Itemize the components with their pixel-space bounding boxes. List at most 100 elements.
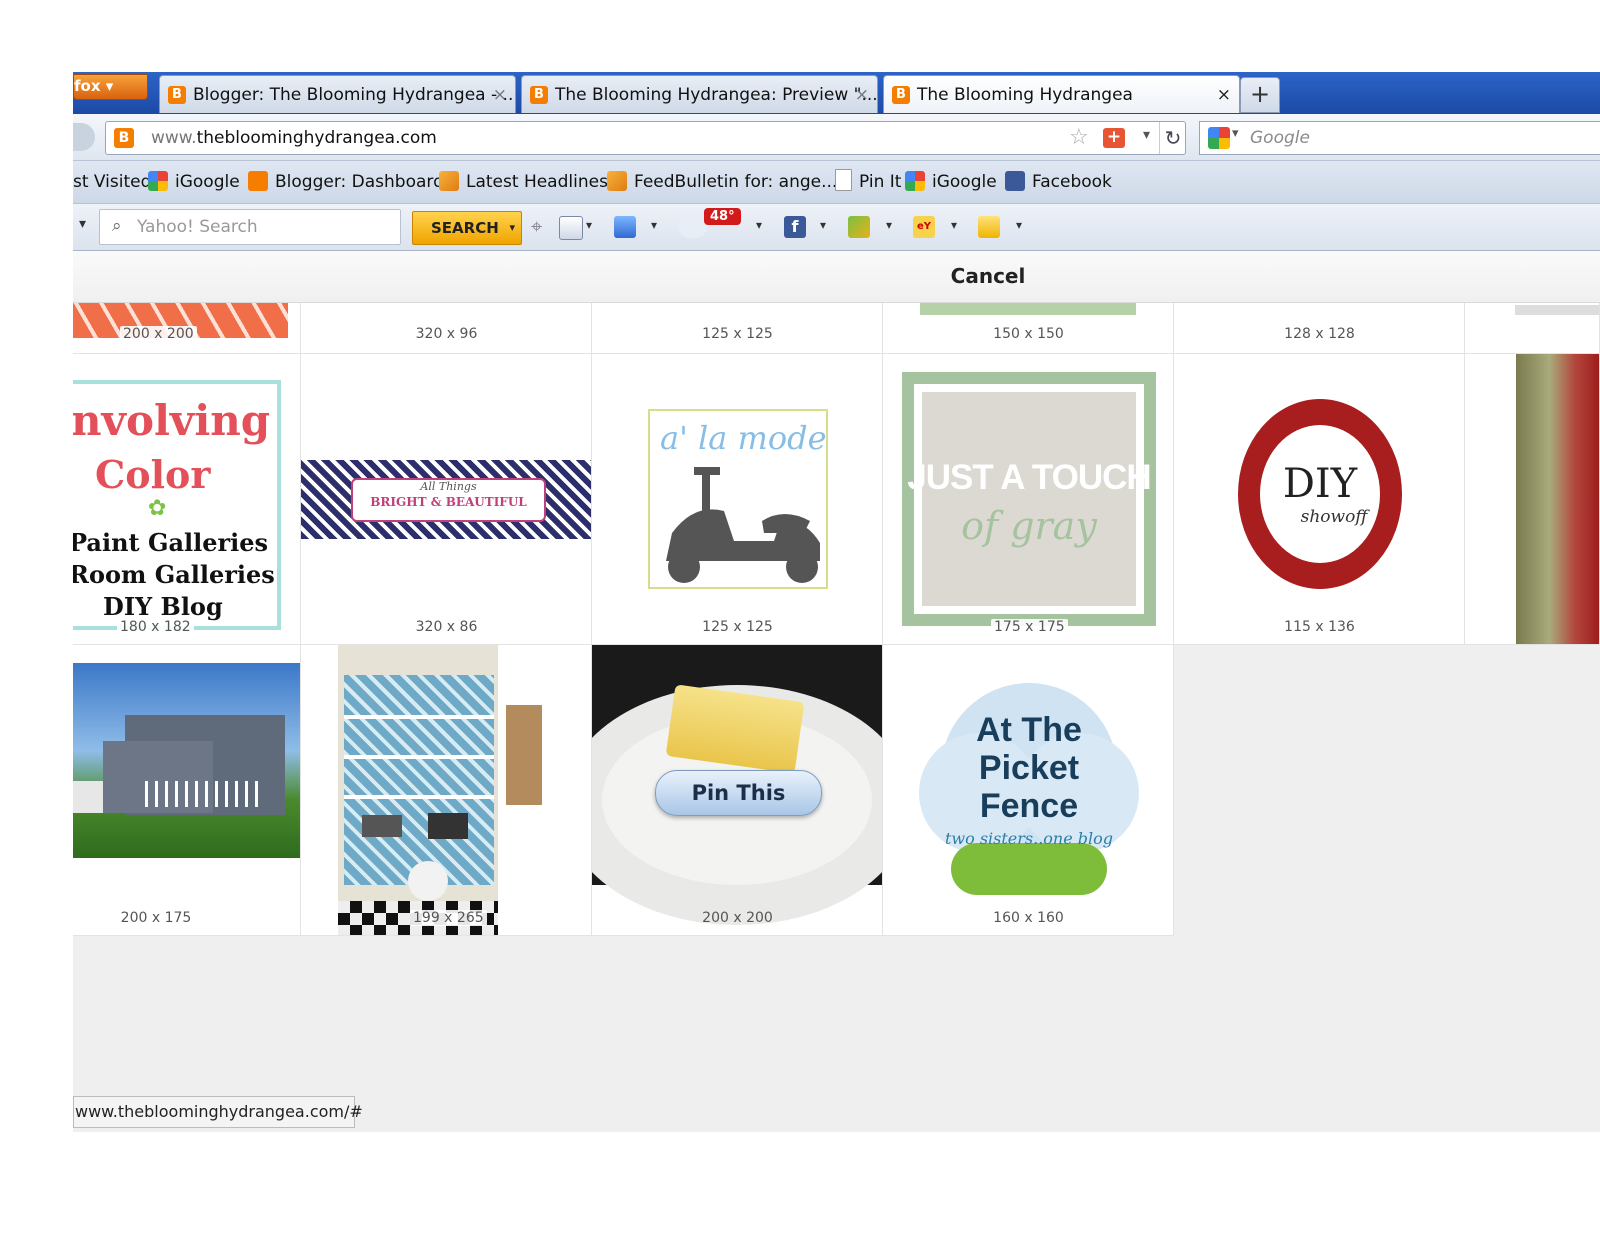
pin-image-cell[interactable]: 125 x 125 — [592, 303, 883, 354]
pin-image-cell[interactable]: 199 x 265 — [301, 645, 592, 936]
image-text: showoff — [1300, 507, 1368, 527]
bookmark-blogger-dashboard[interactable]: Blogger: Dashboard — [248, 161, 444, 203]
mail-icon[interactable] — [614, 216, 636, 238]
image-text: Fence — [979, 787, 1079, 825]
tab-title: The Blooming Hydrangea — [917, 85, 1133, 105]
tab-blooming-hydrangea[interactable]: B The Blooming Hydrangea × — [883, 75, 1240, 113]
bookmark-facebook[interactable]: Facebook — [1005, 161, 1112, 203]
image-dimensions: 128 x 128 — [1284, 326, 1355, 342]
pin-image: nvolving Color ✿ Paint Galleries Room Ga… — [73, 380, 281, 630]
image-dimensions: 125 x 125 — [702, 326, 773, 342]
chevron-down-icon[interactable]: ▾ — [820, 218, 826, 232]
pin-image-cell[interactable]: 128 x 128 — [1174, 303, 1465, 354]
pin-image-cell[interactable]: 320 x 96 — [301, 303, 592, 354]
url-text[interactable]: www.thebloominghydrangea.com — [151, 122, 437, 154]
reload-icon[interactable]: ↻ — [1159, 122, 1186, 154]
browser-screenshot: fox ▾ B Blogger: The Blooming Hydrangea … — [73, 72, 1600, 1132]
chevron-down-icon[interactable]: ▾ — [79, 216, 86, 232]
highlight-icon[interactable]: ⌖ — [531, 214, 542, 238]
yahoo-search-button[interactable]: SEARCH ▾ — [412, 211, 522, 245]
close-icon[interactable]: × — [493, 76, 507, 113]
add-bookmark-icon[interactable]: + — [1103, 128, 1125, 148]
image-dimensions: 150 x 150 — [993, 326, 1064, 342]
dropdown-icon[interactable]: ▾ — [1143, 127, 1150, 143]
url-bar[interactable]: B www.thebloominghydrangea.com ☆ + ▾ ↻ — [105, 121, 1186, 155]
google-icon — [905, 171, 925, 191]
chevron-down-icon[interactable]: ▾ — [586, 218, 592, 232]
url-domain: thebloominghydrangea.com — [196, 128, 437, 148]
image-dimensions: 125 x 125 — [702, 619, 773, 635]
pin-image-cell[interactable]: a' la mode 125 x 125 — [592, 354, 883, 645]
pin-image-cell[interactable]: All Things BRIGHT & BEAUTIFUL 320 x 86 — [301, 354, 592, 645]
blogger-icon: B — [168, 86, 186, 104]
bookmark-most-visited[interactable]: st Visited — [73, 161, 151, 203]
chevron-down-icon[interactable]: ▾ — [651, 218, 657, 232]
pin-this-button[interactable]: Pin This — [655, 770, 822, 816]
weather-badge: 48° — [704, 208, 741, 225]
bookmark-label: Blogger: Dashboard — [275, 172, 444, 192]
yahoo-search-input[interactable]: ⌕ Yahoo! Search — [99, 209, 401, 245]
bookmark-igoogle[interactable]: iGoogle — [148, 161, 240, 203]
bookmark-pin-it[interactable]: Pin It — [835, 161, 901, 203]
pin-image-grid: 200 x 200 320 x 96 125 x 125 150 x 150 1… — [73, 303, 1600, 1132]
bookmark-label: Latest Headlines — [466, 172, 608, 192]
bookmark-label: st Visited — [73, 172, 152, 192]
pin-image-cell[interactable]: DIY showoff 115 x 136 — [1174, 354, 1465, 645]
chevron-down-icon[interactable]: ▾ — [1232, 126, 1239, 141]
pin-image-cell[interactable]: 200 x 175 — [73, 645, 301, 936]
blogger-icon: B — [114, 128, 134, 148]
chevron-down-icon[interactable]: ▾ — [951, 218, 957, 232]
pin-image-cell[interactable]: JUST A TOUCH of gray 175 x 175 — [883, 354, 1174, 645]
new-tab-button[interactable]: + — [1240, 77, 1280, 113]
back-button[interactable] — [73, 123, 95, 151]
star-icon[interactable]: ☆ — [1069, 125, 1089, 150]
pin-image-cell[interactable] — [1465, 303, 1600, 354]
chevron-down-icon[interactable]: ▾ — [756, 218, 762, 232]
image-text: DIY — [1282, 461, 1358, 507]
image-text: At The — [976, 711, 1082, 749]
ebay-icon[interactable]: eY — [913, 216, 935, 238]
image-dimensions: 175 x 175 — [991, 619, 1068, 635]
yahoo-toolbar: ▾ ⌕ Yahoo! Search SEARCH ▾ ⌖ ▾ ▾ 48° ▾ f … — [73, 204, 1600, 251]
close-icon[interactable]: × — [1217, 76, 1231, 113]
image-dimensions: 199 x 265 — [410, 910, 487, 926]
bookmark-latest-headlines[interactable]: Latest Headlines — [439, 161, 608, 203]
pin-image — [73, 663, 300, 858]
pin-image-cell[interactable]: 150 x 150 — [883, 303, 1174, 354]
chevron-down-icon[interactable]: ▾ — [509, 212, 515, 244]
search-engine-placeholder: Google — [1250, 128, 1310, 148]
close-icon[interactable]: × — [855, 76, 869, 113]
bookmark-feedbulletin[interactable]: FeedBulletin for: ange... — [607, 161, 837, 203]
image-text: Color — [95, 452, 211, 497]
pin-image-cell[interactable]: At The Picket Fence two sisters..one blo… — [883, 645, 1174, 936]
tab-preview[interactable]: B The Blooming Hydrangea: Preview "... × — [521, 75, 878, 113]
google-icon — [148, 171, 168, 191]
image-text: Picket — [978, 749, 1080, 787]
bookmark-igoogle-2[interactable]: iGoogle — [905, 161, 997, 203]
pin-image-cell[interactable] — [1465, 354, 1600, 645]
image-text: All Things — [420, 480, 477, 493]
weather-icon[interactable] — [679, 216, 707, 238]
pin-image — [1515, 305, 1599, 315]
image-text: JUST A TOUCH — [907, 458, 1151, 497]
facebook-icon[interactable]: f — [784, 216, 806, 238]
shopping-icon[interactable] — [978, 216, 1000, 238]
tab-blogger[interactable]: B Blogger: The Blooming Hydrangea - ... … — [159, 75, 516, 113]
chevron-down-icon[interactable]: ▾ — [886, 218, 892, 232]
url-prefix: www. — [151, 128, 197, 148]
image-text: Paint Galleries — [73, 528, 269, 557]
pin-image-cell[interactable]: nvolving Color ✿ Paint Galleries Room Ga… — [73, 354, 301, 645]
flower-icon: ✿ — [148, 496, 167, 521]
google-icon[interactable] — [1208, 127, 1230, 149]
image-dimensions: 320 x 96 — [415, 326, 478, 342]
image-dimensions: 200 x 200 — [702, 910, 773, 926]
page-icon[interactable] — [559, 216, 583, 240]
search-engine-box[interactable]: ▾ Google — [1199, 121, 1600, 155]
pin-image-cell[interactable]: 200 x 200 — [73, 303, 301, 354]
pin-image — [1516, 354, 1599, 644]
navigation-bar: B www.thebloominghydrangea.com ☆ + ▾ ↻ ▾… — [73, 114, 1600, 161]
chevron-down-icon[interactable]: ▾ — [1016, 218, 1022, 232]
image-dimensions: 200 x 175 — [120, 910, 192, 926]
finance-icon[interactable] — [848, 216, 870, 238]
firefox-menu-button[interactable]: fox ▾ — [73, 74, 148, 100]
